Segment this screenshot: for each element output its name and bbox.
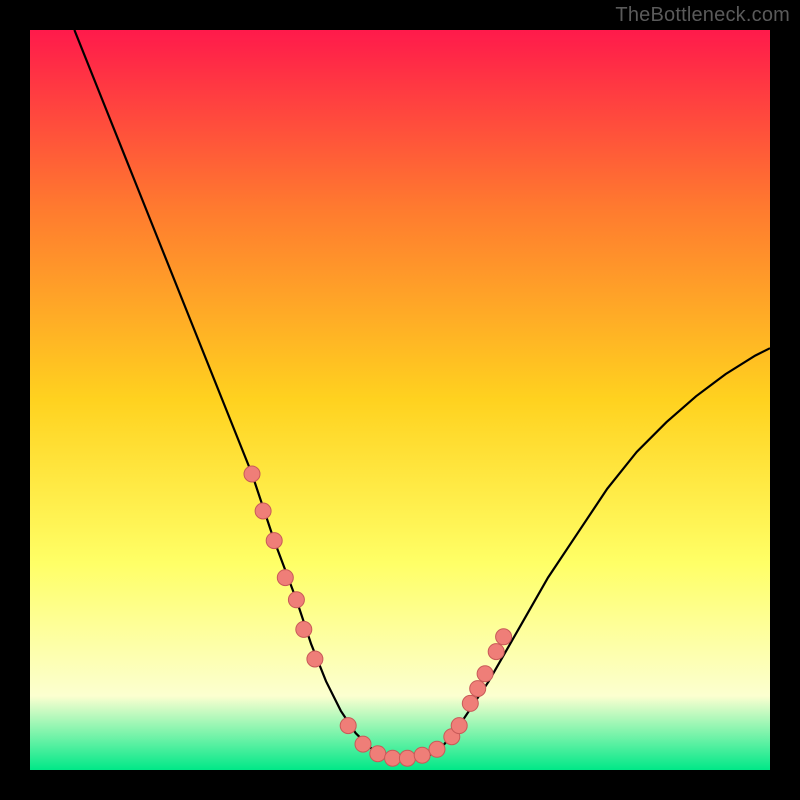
chart-frame: TheBottleneck.com: [0, 0, 800, 800]
data-point: [414, 747, 430, 763]
data-point: [277, 570, 293, 586]
data-point: [451, 718, 467, 734]
data-point: [340, 718, 356, 734]
data-point: [355, 736, 371, 752]
data-point: [288, 592, 304, 608]
gradient-background: [30, 30, 770, 770]
data-point: [244, 466, 260, 482]
data-point: [296, 621, 312, 637]
data-point: [477, 666, 493, 682]
data-point: [496, 629, 512, 645]
data-point: [266, 533, 282, 549]
data-point: [470, 681, 486, 697]
chart-svg: [30, 30, 770, 770]
data-point: [399, 750, 415, 766]
data-point: [385, 750, 401, 766]
data-point: [307, 651, 323, 667]
data-point: [462, 695, 478, 711]
plot-area: [30, 30, 770, 770]
data-point: [370, 746, 386, 762]
data-point: [255, 503, 271, 519]
data-point: [429, 741, 445, 757]
watermark-label: TheBottleneck.com: [615, 4, 790, 27]
data-point: [488, 644, 504, 660]
